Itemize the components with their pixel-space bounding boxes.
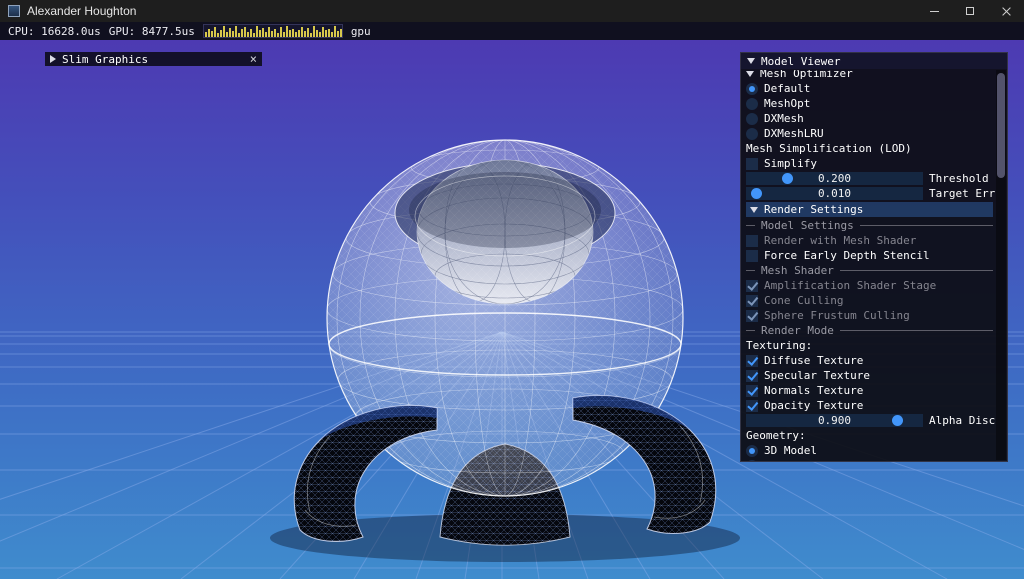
checkbox-icon bbox=[746, 385, 758, 397]
checkbox-specular-texture[interactable]: Specular Texture bbox=[746, 368, 995, 383]
render-mode-separator: Render Mode bbox=[746, 323, 995, 338]
checkbox-icon bbox=[746, 295, 758, 307]
checkbox-normals-texture[interactable]: Normals Texture bbox=[746, 383, 995, 398]
radio-icon bbox=[746, 98, 758, 110]
scrollbar-grab[interactable] bbox=[997, 73, 1005, 178]
alpha-discard-slider[interactable]: 0.900 bbox=[746, 414, 923, 427]
gpu-histogram bbox=[203, 24, 343, 38]
window-titlebar[interactable]: Alexander Houghton bbox=[0, 0, 1024, 22]
slim-graphics-header[interactable]: Slim Graphics × bbox=[45, 52, 262, 66]
texturing-label: Texturing: bbox=[746, 338, 995, 353]
slider-grab[interactable] bbox=[751, 188, 762, 199]
radio-dxmeshlru[interactable]: DXMeshLRU bbox=[746, 126, 995, 141]
radio-icon bbox=[746, 83, 758, 95]
minimize-icon bbox=[930, 11, 939, 12]
radio-icon bbox=[746, 460, 758, 462]
geometry-label: Geometry: bbox=[746, 428, 995, 443]
radio-fullscreen-triangle[interactable]: Fullscreen Triangle bbox=[746, 458, 995, 461]
threshold-slider[interactable]: 0.200 bbox=[746, 172, 923, 185]
window-title: Alexander Houghton bbox=[27, 4, 136, 18]
slim-close-button[interactable]: × bbox=[250, 54, 257, 64]
maximize-button[interactable] bbox=[952, 0, 988, 22]
render-settings-header[interactable]: Render Settings bbox=[746, 202, 993, 217]
slider-alpha-discard-row: 0.900 Alpha Discard Thr bbox=[746, 413, 995, 428]
checkbox-opacity-texture[interactable]: Opacity Texture bbox=[746, 398, 995, 413]
model-viewer-panel: Model Viewer Mesh Optimizer Default Mesh… bbox=[740, 52, 1008, 462]
collapse-arrow-icon bbox=[750, 207, 758, 213]
checkbox-diffuse-texture[interactable]: Diffuse Texture bbox=[746, 353, 995, 368]
checkbox-cone-culling: Cone Culling bbox=[746, 293, 995, 308]
checkbox-icon bbox=[746, 400, 758, 412]
slim-graphics-title: Slim Graphics bbox=[62, 53, 148, 66]
checkbox-icon bbox=[746, 235, 758, 247]
tree-node-mesh-optimizer[interactable]: Mesh Optimizer bbox=[746, 70, 853, 81]
checkbox-amplification-shader-stage: Amplification Shader Stage bbox=[746, 278, 995, 293]
radio-dxmesh[interactable]: DXMesh bbox=[746, 111, 995, 126]
app-icon bbox=[8, 5, 20, 17]
close-button[interactable] bbox=[988, 0, 1024, 22]
radio-default[interactable]: Default bbox=[746, 81, 995, 96]
radio-icon bbox=[746, 445, 758, 457]
checkbox-icon bbox=[746, 158, 758, 170]
checkbox-icon bbox=[746, 250, 758, 262]
stats-bar: CPU: 16628.0us GPU: 8477.5us gpu bbox=[0, 22, 1024, 40]
cpu-time-label: CPU: 16628.0us bbox=[8, 25, 101, 38]
slider-threshold-row: 0.200 Threshold bbox=[746, 171, 995, 186]
collapse-arrow-icon[interactable] bbox=[50, 55, 56, 63]
radio-icon bbox=[746, 113, 758, 125]
gpu-plot-label: gpu bbox=[351, 25, 371, 38]
checkbox-simplify[interactable]: Simplify bbox=[746, 156, 995, 171]
lod-section-label: Mesh Simplification (LOD) bbox=[746, 141, 995, 156]
checkbox-icon bbox=[746, 310, 758, 322]
slider-grab[interactable] bbox=[782, 173, 793, 184]
mesh-shader-separator: Mesh Shader bbox=[746, 263, 995, 278]
radio-icon bbox=[746, 128, 758, 140]
checkbox-force-early-depth-stencil[interactable]: Force Early Depth Stencil bbox=[746, 248, 995, 263]
slider-target-error-row: 0.010 Target Error bbox=[746, 186, 995, 201]
maximize-icon bbox=[966, 7, 974, 15]
radio-3d-model[interactable]: 3D Model bbox=[746, 443, 995, 458]
panel-titlebar[interactable]: Model Viewer bbox=[741, 53, 1007, 69]
close-icon bbox=[1001, 6, 1012, 17]
collapse-arrow-icon[interactable] bbox=[747, 58, 755, 64]
window-controls bbox=[916, 0, 1024, 22]
radio-meshopt[interactable]: MeshOpt bbox=[746, 96, 995, 111]
checkbox-icon bbox=[746, 280, 758, 292]
checkbox-icon bbox=[746, 370, 758, 382]
checkbox-icon bbox=[746, 355, 758, 367]
target-error-slider[interactable]: 0.010 bbox=[746, 187, 923, 200]
panel-scrollbar[interactable] bbox=[996, 70, 1006, 460]
model-settings-separator: Model Settings bbox=[746, 218, 995, 233]
checkbox-render-with-mesh-shader: Render with Mesh Shader bbox=[746, 233, 995, 248]
panel-title: Model Viewer bbox=[761, 55, 840, 68]
collapse-arrow-icon bbox=[746, 71, 754, 77]
minimize-button[interactable] bbox=[916, 0, 952, 22]
gpu-time-label: GPU: 8477.5us bbox=[109, 25, 195, 38]
panel-body: Mesh Optimizer Default MeshOpt DXMesh DX… bbox=[741, 69, 995, 461]
slider-grab[interactable] bbox=[892, 415, 903, 426]
checkbox-sphere-frustum-culling: Sphere Frustum Culling bbox=[746, 308, 995, 323]
